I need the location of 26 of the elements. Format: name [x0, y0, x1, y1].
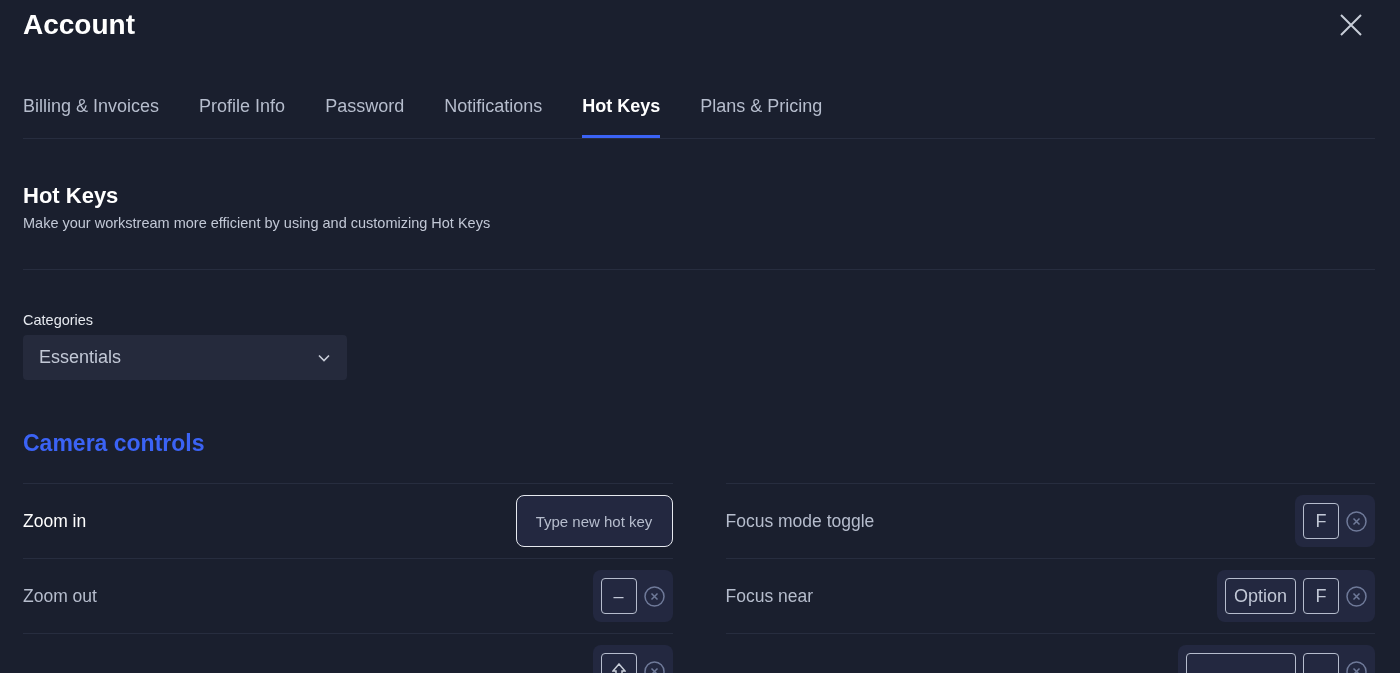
hotkey-label: Zoom in — [23, 510, 87, 532]
hotkey-label: Focus mode toggle — [725, 510, 875, 532]
tab[interactable]: Billing & Invoices — [23, 83, 160, 138]
chevron-down-icon — [318, 353, 330, 362]
key-cap: – — [600, 578, 637, 614]
key-cap: Option — [1224, 578, 1296, 614]
section-title: Hot Keys — [23, 183, 120, 209]
hotkey-input[interactable]: Type new hot key — [515, 495, 673, 547]
tab[interactable]: Hot Keys — [582, 83, 661, 138]
close-icon[interactable] — [1339, 13, 1363, 37]
tab[interactable]: Password — [325, 83, 405, 138]
window-title: Account — [23, 9, 135, 41]
hotkey-label: Focus near — [725, 585, 814, 607]
remove-icon[interactable] — [643, 585, 665, 607]
tab[interactable]: Profile Info — [199, 83, 286, 138]
tab[interactable]: Notifications — [444, 83, 543, 138]
group-title: Camera controls — [23, 430, 206, 457]
categories-label: Categories — [23, 312, 95, 328]
hotkey-label: Zoom out — [23, 585, 97, 607]
tab[interactable]: Plans & Pricing — [700, 83, 823, 138]
key-cap: F — [1303, 578, 1339, 614]
section-description: Make your workstream more efficient by using and customizing Hot Keys — [23, 215, 492, 231]
remove-icon[interactable] — [1346, 510, 1367, 532]
remove-icon[interactable] — [1346, 585, 1367, 607]
key-cap: F — [1303, 503, 1339, 539]
categories-dropdown[interactable]: Essentials — [23, 335, 347, 380]
